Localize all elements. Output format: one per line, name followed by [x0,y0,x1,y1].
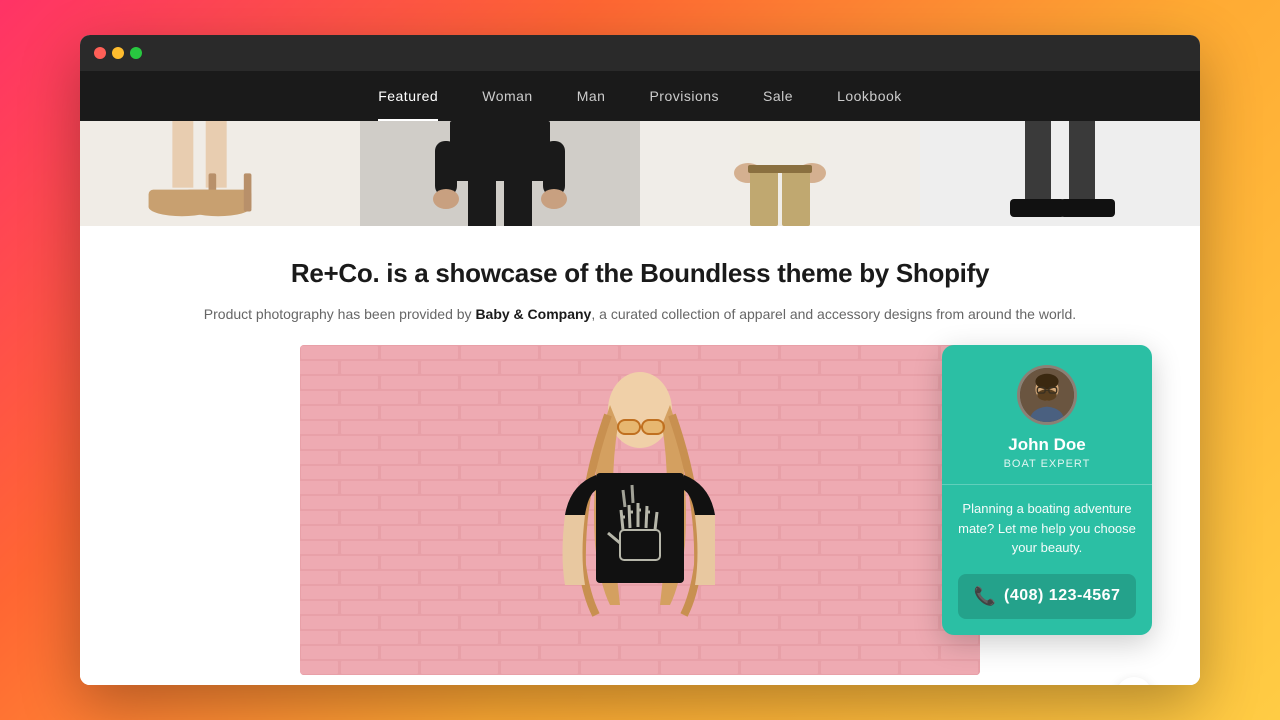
nav-item-man[interactable]: Man [555,71,628,121]
hero-image-1 [80,121,360,226]
main-content: Re+Co. is a showcase of the Boundless th… [80,226,1200,685]
browser-chrome [80,35,1200,71]
main-title: Re+Co. is a showcase of the Boundless th… [100,258,1180,289]
avatar-svg [1020,367,1074,423]
nav-item-woman[interactable]: Woman [460,71,554,121]
hero-image-2 [360,121,640,226]
text-section: Re+Co. is a showcase of the Boundless th… [80,226,1200,345]
chat-widget: John Doe BOAT EXPERT Planning a boating … [942,345,1152,635]
chat-message: Planning a boating adventure mate? Let m… [958,499,1136,558]
main-subtitle: Product photography has been provided by… [100,303,1180,325]
nav-item-sale[interactable]: Sale [741,71,815,121]
minimize-dot[interactable] [112,47,124,59]
chat-role: BOAT EXPERT [958,458,1136,470]
feature-image [300,345,980,675]
nav-items: Featured Woman Man Provisions Sale Lookb… [356,71,924,121]
feature-section: John Doe BOAT EXPERT Planning a boating … [80,345,1200,675]
phone-icon: 📞 [974,586,996,607]
hero-strip [80,121,1200,226]
website-content: Featured Woman Man Provisions Sale Lookb… [80,71,1200,685]
browser-dots [94,47,142,59]
hero-image-4 [920,121,1200,226]
nav-item-featured[interactable]: Featured [356,71,460,121]
browser-window: Featured Woman Man Provisions Sale Lookb… [80,35,1200,685]
chat-divider [942,484,1152,485]
hero-image-3 [640,121,920,226]
chat-phone-number: (408) 123-4567 [1004,587,1120,605]
chat-avatar [1017,365,1077,425]
subtitle-brand: Baby & Company [475,306,591,322]
close-chat-button[interactable]: ✕ [1116,677,1152,685]
subtitle-after: , a curated collection of apparel and ac… [591,306,1076,322]
chat-name: John Doe [958,435,1136,455]
chat-phone-button[interactable]: 📞 (408) 123-4567 [958,574,1136,619]
maximize-dot[interactable] [130,47,142,59]
close-dot[interactable] [94,47,106,59]
nav-item-provisions[interactable]: Provisions [627,71,741,121]
subtitle-before: Product photography has been provided by [204,306,476,322]
main-nav: Featured Woman Man Provisions Sale Lookb… [80,71,1200,121]
nav-item-lookbook[interactable]: Lookbook [815,71,924,121]
